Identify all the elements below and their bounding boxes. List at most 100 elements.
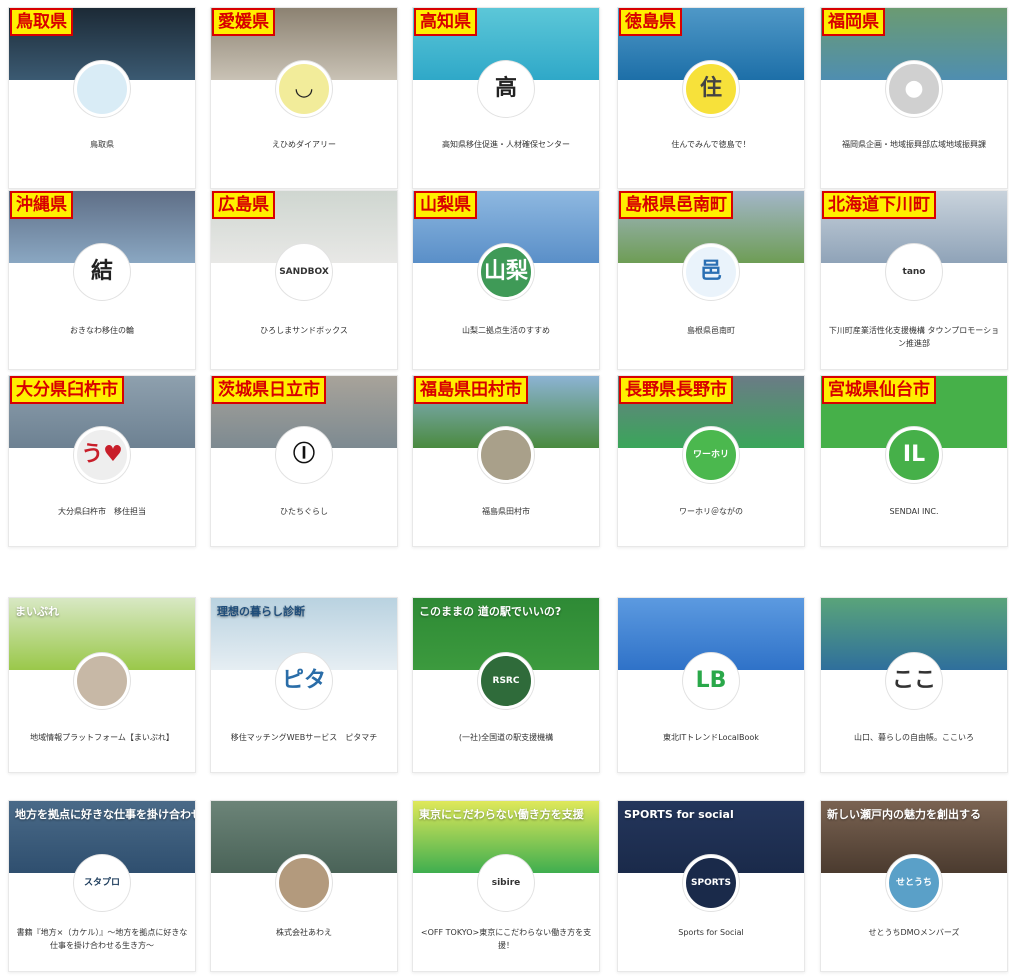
- avatar: ●: [886, 61, 942, 117]
- profile-card[interactable]: 東京にこだわらない働き方を支援 sibire <OFF TOKYO>東京にこだわらな…: [412, 800, 600, 972]
- profile-card[interactable]: LB 東北ITトレンドLocalBook: [617, 597, 805, 773]
- avatar: [74, 653, 130, 709]
- hitachi-crest-icon: Ⓘ: [292, 442, 315, 467]
- organization-name[interactable]: 福島県田村市: [419, 505, 593, 518]
- kanji-taka-logo: 高: [494, 76, 517, 101]
- organization-name[interactable]: 高知県移住促進・人材確保センター: [419, 138, 593, 151]
- organization-name[interactable]: 下川町産業活性化支援機構 タウンプロモーション推進部: [827, 324, 1001, 350]
- speech-sign-icon: 住: [699, 76, 722, 101]
- organization-name[interactable]: おきなわ移住の輪: [15, 324, 189, 337]
- organization-name[interactable]: 島根県邑南町: [624, 324, 798, 337]
- avatar: ここ: [886, 653, 942, 709]
- organization-name[interactable]: 株式会社あわえ: [217, 926, 391, 939]
- ohnan-town-logo: 邑: [699, 259, 722, 284]
- sendai-logo: IL: [902, 442, 926, 467]
- avatar: せとうち: [886, 855, 942, 911]
- avatar: ピタ: [276, 653, 332, 709]
- avatar: IL: [886, 427, 942, 483]
- organization-name[interactable]: 山梨二拠点生活のすすめ: [419, 324, 593, 337]
- profile-card[interactable]: 株式会社あわえ: [210, 800, 398, 972]
- prefecture-label: 福岡県: [822, 8, 885, 36]
- prefecture-label: 高知県: [414, 8, 477, 36]
- green-circle-logo: 山梨: [483, 259, 528, 284]
- profile-card[interactable]: このままの 道の駅でいいの? RSRC (一社)全国道の駅支援機構: [412, 597, 600, 773]
- default-user-icon: ●: [904, 76, 924, 101]
- organization-name[interactable]: 大分県臼杵市 移住担当: [15, 505, 189, 518]
- tanoshimo-logo: tano: [902, 266, 926, 277]
- prefecture-label: 北海道下川町: [822, 191, 936, 219]
- prefecture-label: 大分県臼杵市: [10, 376, 124, 404]
- cover-caption: 東京にこだわらない働き方を支援: [419, 808, 584, 821]
- avatar: 住: [683, 61, 739, 117]
- avatar: [478, 427, 534, 483]
- profile-card[interactable]: SPORTS for social SPORTS Sports for Social: [617, 800, 805, 972]
- prefecture-label: 長野県長野市: [619, 376, 733, 404]
- avatar: 結: [74, 244, 130, 300]
- prefecture-label: 愛媛県: [212, 8, 275, 36]
- organization-name[interactable]: せとうちDMOメンバーズ: [827, 926, 1001, 939]
- avatar: 山梨: [478, 244, 534, 300]
- pitamachi-logo: ピタ: [281, 668, 326, 693]
- musubi-kanji-logo: 結: [90, 259, 113, 284]
- cover-caption: SPORTS for social: [624, 808, 734, 821]
- organization-name[interactable]: Sports for Social: [624, 926, 798, 939]
- avatar: sibire: [478, 855, 534, 911]
- avatar: Ⓘ: [276, 427, 332, 483]
- organization-name[interactable]: ひろしまサンドボックス: [217, 324, 391, 337]
- avatar: う♥: [74, 427, 130, 483]
- cover-caption: まいぷれ: [15, 605, 59, 618]
- organization-name[interactable]: 福岡県企画・地域振興部広域地域振興課: [827, 138, 1001, 151]
- lb-logo: LB: [695, 668, 727, 693]
- organization-name[interactable]: 移住マッチングWEBサービス ピタマチ: [217, 731, 391, 744]
- profile-card[interactable]: 理想の暮らし診断ピタ移住マッチングWEBサービス ピタマチ: [210, 597, 398, 773]
- sandbox-logo: SANDBOX: [279, 266, 329, 277]
- avatar: 高: [478, 61, 534, 117]
- avatar: [276, 855, 332, 911]
- sutapro-logo: スタプロ: [83, 877, 120, 888]
- cover-caption: 理想の暮らし診断: [217, 605, 305, 618]
- organization-name[interactable]: 住んでみんで徳島で！: [624, 138, 798, 151]
- avatar: SPORTS: [683, 855, 739, 911]
- sibire-logo: sibire: [491, 877, 521, 888]
- organization-name[interactable]: 山口、暮らしの自由帳。ここいろ: [827, 731, 1001, 744]
- heart-logo: う♥: [81, 442, 123, 467]
- organization-name[interactable]: ワーホリ＠ながの: [624, 505, 798, 518]
- cover-caption: 地方を拠点に好きな仕事を掛け合わせる生き方: [15, 808, 195, 821]
- organization-name[interactable]: 鳥取県: [15, 138, 189, 151]
- prefecture-label: 島根県邑南町: [619, 191, 733, 219]
- workholi-logo: ワーホリ: [692, 449, 729, 460]
- prefecture-label: 山梨県: [414, 191, 477, 219]
- cover-caption: このままの 道の駅でいいの?: [419, 605, 562, 618]
- prefecture-label: 鳥取県: [10, 8, 73, 36]
- organization-name[interactable]: ひたちぐらし: [217, 505, 391, 518]
- prefecture-label: 沖縄県: [10, 191, 73, 219]
- avatar: [74, 61, 130, 117]
- organization-name[interactable]: SENDAI INC.: [827, 505, 1001, 518]
- profile-card[interactable]: まいぷれ地域情報プラットフォーム【まいぷれ】: [8, 597, 196, 773]
- prefecture-label: 茨城県日立市: [212, 376, 326, 404]
- organization-name[interactable]: えひめダイアリー: [217, 138, 391, 151]
- avatar: スタプロ: [74, 855, 130, 911]
- avatar: RSRC: [478, 653, 534, 709]
- avatar: ワーホリ: [683, 427, 739, 483]
- prefecture-label: 広島県: [212, 191, 275, 219]
- organization-name[interactable]: 書籍『地方×（カケル）』〜地方を拠点に好きな仕事を掛け合わせる生き方〜: [15, 926, 189, 952]
- organization-name[interactable]: 東北ITトレンドLocalBook: [624, 731, 798, 744]
- organization-name[interactable]: (一社)全国道の駅支援機構: [419, 731, 593, 744]
- profile-card[interactable]: ここ山口、暮らしの自由帳。ここいろ: [820, 597, 1008, 773]
- organization-name[interactable]: 地域情報プラットフォーム【まいぷれ】: [15, 731, 189, 744]
- cocoiro-logo: ここ: [891, 668, 936, 693]
- rsrc-logo: RSRC: [492, 675, 520, 686]
- cover-caption: 新しい瀬戸内の魅力を創出する: [827, 808, 981, 821]
- prefecture-label: 福島県田村市: [414, 376, 528, 404]
- prefecture-label: 徳島県: [619, 8, 682, 36]
- avatar: LB: [683, 653, 739, 709]
- setouchi-logo: せとうち: [895, 877, 932, 888]
- avatar: tano: [886, 244, 942, 300]
- avatar: 邑: [683, 244, 739, 300]
- avatar: ◡: [276, 61, 332, 117]
- organization-name[interactable]: <OFF TOKYO>東京にこだわらない働き方を支援！: [419, 926, 593, 952]
- profile-card[interactable]: 地方を拠点に好きな仕事を掛け合わせる生き方スタプロ書籍『地方×（カケル）』〜地方…: [8, 800, 196, 972]
- sports-social-logo: SPORTS: [691, 877, 731, 888]
- profile-card[interactable]: 新しい瀬戸内の魅力を創出するせとうちせとうちDMOメンバーズ: [820, 800, 1008, 972]
